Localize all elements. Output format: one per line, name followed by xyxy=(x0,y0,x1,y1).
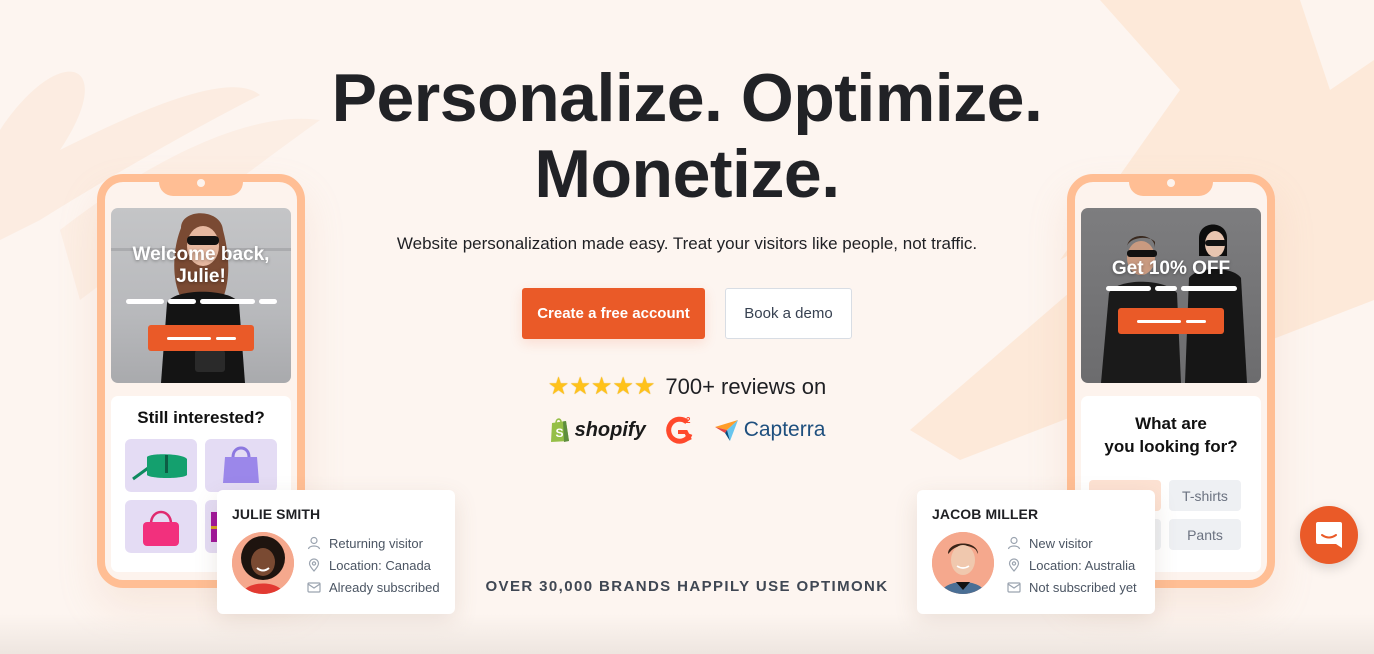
star-icon: ★ xyxy=(612,373,634,400)
visitor-card-jacob: JACOB MILLER New visitor Location: Austr… xyxy=(917,490,1155,614)
capterra-arrow-icon xyxy=(714,420,738,441)
star-icon: ★ xyxy=(633,373,656,400)
placeholder-line xyxy=(1136,319,1181,323)
reviews-count-text: 700+ reviews on xyxy=(665,374,827,399)
envelope-icon xyxy=(307,580,321,594)
placeholder-line xyxy=(1105,286,1151,291)
visitor-location-row: Location: Australia xyxy=(1007,554,1137,576)
phone-notch xyxy=(1129,174,1213,196)
book-demo-button[interactable]: Book a demo xyxy=(725,288,852,339)
discount-popup: Get 10% OFF xyxy=(1081,208,1261,383)
placeholder-line xyxy=(167,299,196,304)
choice-tshirts[interactable]: T-shirts xyxy=(1169,480,1241,511)
star-icon: ★ xyxy=(547,373,570,400)
chat-launcher-button[interactable] xyxy=(1300,506,1358,564)
g2-icon: 2 xyxy=(665,416,693,444)
visitor-details: Returning visitor Location: Canada Alrea… xyxy=(307,532,440,598)
popup-cta-button[interactable] xyxy=(1118,308,1224,334)
bottom-fade xyxy=(0,614,1374,654)
visitor-subscription: Not subscribed yet xyxy=(1029,579,1137,595)
visitor-status: New visitor xyxy=(1029,535,1093,551)
location-pin-icon xyxy=(307,558,321,572)
g2-logo[interactable]: 2 xyxy=(664,414,696,446)
welcome-back-title: Welcome back, Julie! xyxy=(111,244,291,288)
avatar xyxy=(232,532,294,594)
shopify-logo[interactable]: S shopify xyxy=(549,417,646,443)
visitor-status-row: Returning visitor xyxy=(307,532,440,554)
placeholder-line xyxy=(215,336,236,340)
placeholder-line xyxy=(258,299,277,304)
discount-title: Get 10% OFF xyxy=(1111,258,1231,279)
visitor-status-row: New visitor xyxy=(1007,532,1137,554)
still-interested-title: Still interested? xyxy=(137,408,265,427)
user-icon xyxy=(307,536,321,550)
placeholder-line xyxy=(166,336,211,340)
pink-bag-icon xyxy=(143,510,179,546)
capterra-wordmark: Capterra xyxy=(743,418,826,441)
user-icon xyxy=(1007,536,1021,550)
phone-notch xyxy=(159,174,243,196)
visitor-location-row: Location: Canada xyxy=(307,554,440,576)
shopify-bag-icon: S xyxy=(550,418,569,442)
welcome-line-1: Welcome back, xyxy=(132,244,270,265)
visitor-card-julie: JULIE SMITH Returning visitor Location: … xyxy=(217,490,455,614)
svg-text:S: S xyxy=(555,426,563,440)
purple-bag-icon xyxy=(223,446,259,483)
capterra-logo[interactable]: Capterra xyxy=(714,418,826,442)
choice-pants[interactable]: Pants xyxy=(1169,519,1241,550)
placeholder-text-lines xyxy=(1081,286,1261,291)
looking-for-line-2: you looking for? xyxy=(1104,437,1238,456)
placeholder-line xyxy=(1185,319,1206,323)
welcome-line-2: Julie! xyxy=(176,266,226,287)
visitor-location: Location: Australia xyxy=(1029,557,1136,573)
placeholder-text-lines xyxy=(111,299,291,304)
svg-text:2: 2 xyxy=(686,416,691,425)
visitor-details: New visitor Location: Australia Not subs… xyxy=(1007,532,1137,598)
product-pink-bag[interactable] xyxy=(125,500,197,553)
woman-photo xyxy=(111,213,291,383)
create-free-account-button[interactable]: Create a free account xyxy=(522,288,705,339)
visitor-location: Location: Canada xyxy=(329,557,431,573)
visitor-status: Returning visitor xyxy=(329,535,423,551)
placeholder-line xyxy=(125,299,164,304)
envelope-icon xyxy=(1007,580,1021,594)
star-icon: ★ xyxy=(590,373,613,400)
shopify-wordmark: shopify xyxy=(574,418,646,441)
popup-cta-button[interactable] xyxy=(148,325,254,351)
jacob-avatar-photo xyxy=(932,532,994,594)
visitor-name: JACOB MILLER xyxy=(932,506,1039,522)
visitor-subscription: Already subscribed xyxy=(329,579,440,595)
placeholder-line xyxy=(199,299,255,304)
placeholder-line xyxy=(1154,286,1177,291)
welcome-back-popup: Welcome back, Julie! xyxy=(111,208,291,383)
couple-photo xyxy=(1101,224,1247,383)
visitor-subscription-row: Already subscribed xyxy=(307,576,440,598)
visitor-name: JULIE SMITH xyxy=(232,506,321,522)
visitor-subscription-row: Not subscribed yet xyxy=(1007,576,1137,598)
location-pin-icon xyxy=(1007,558,1021,572)
headline-line-1: Personalize. Optimize. xyxy=(331,60,1043,136)
placeholder-line xyxy=(1180,286,1237,291)
looking-for-title: What are you looking for? xyxy=(1081,412,1261,458)
chat-bubble-icon xyxy=(1316,522,1342,548)
green-bag-icon xyxy=(132,454,187,481)
julie-avatar-photo xyxy=(232,532,294,594)
product-green-bag[interactable] xyxy=(125,439,197,492)
rating-stars: ★ ★ ★ ★ ★ xyxy=(548,375,656,399)
star-icon: ★ xyxy=(569,373,591,400)
product-purple-bag[interactable] xyxy=(205,439,277,492)
looking-for-line-1: What are xyxy=(1135,414,1207,433)
avatar xyxy=(932,532,994,594)
